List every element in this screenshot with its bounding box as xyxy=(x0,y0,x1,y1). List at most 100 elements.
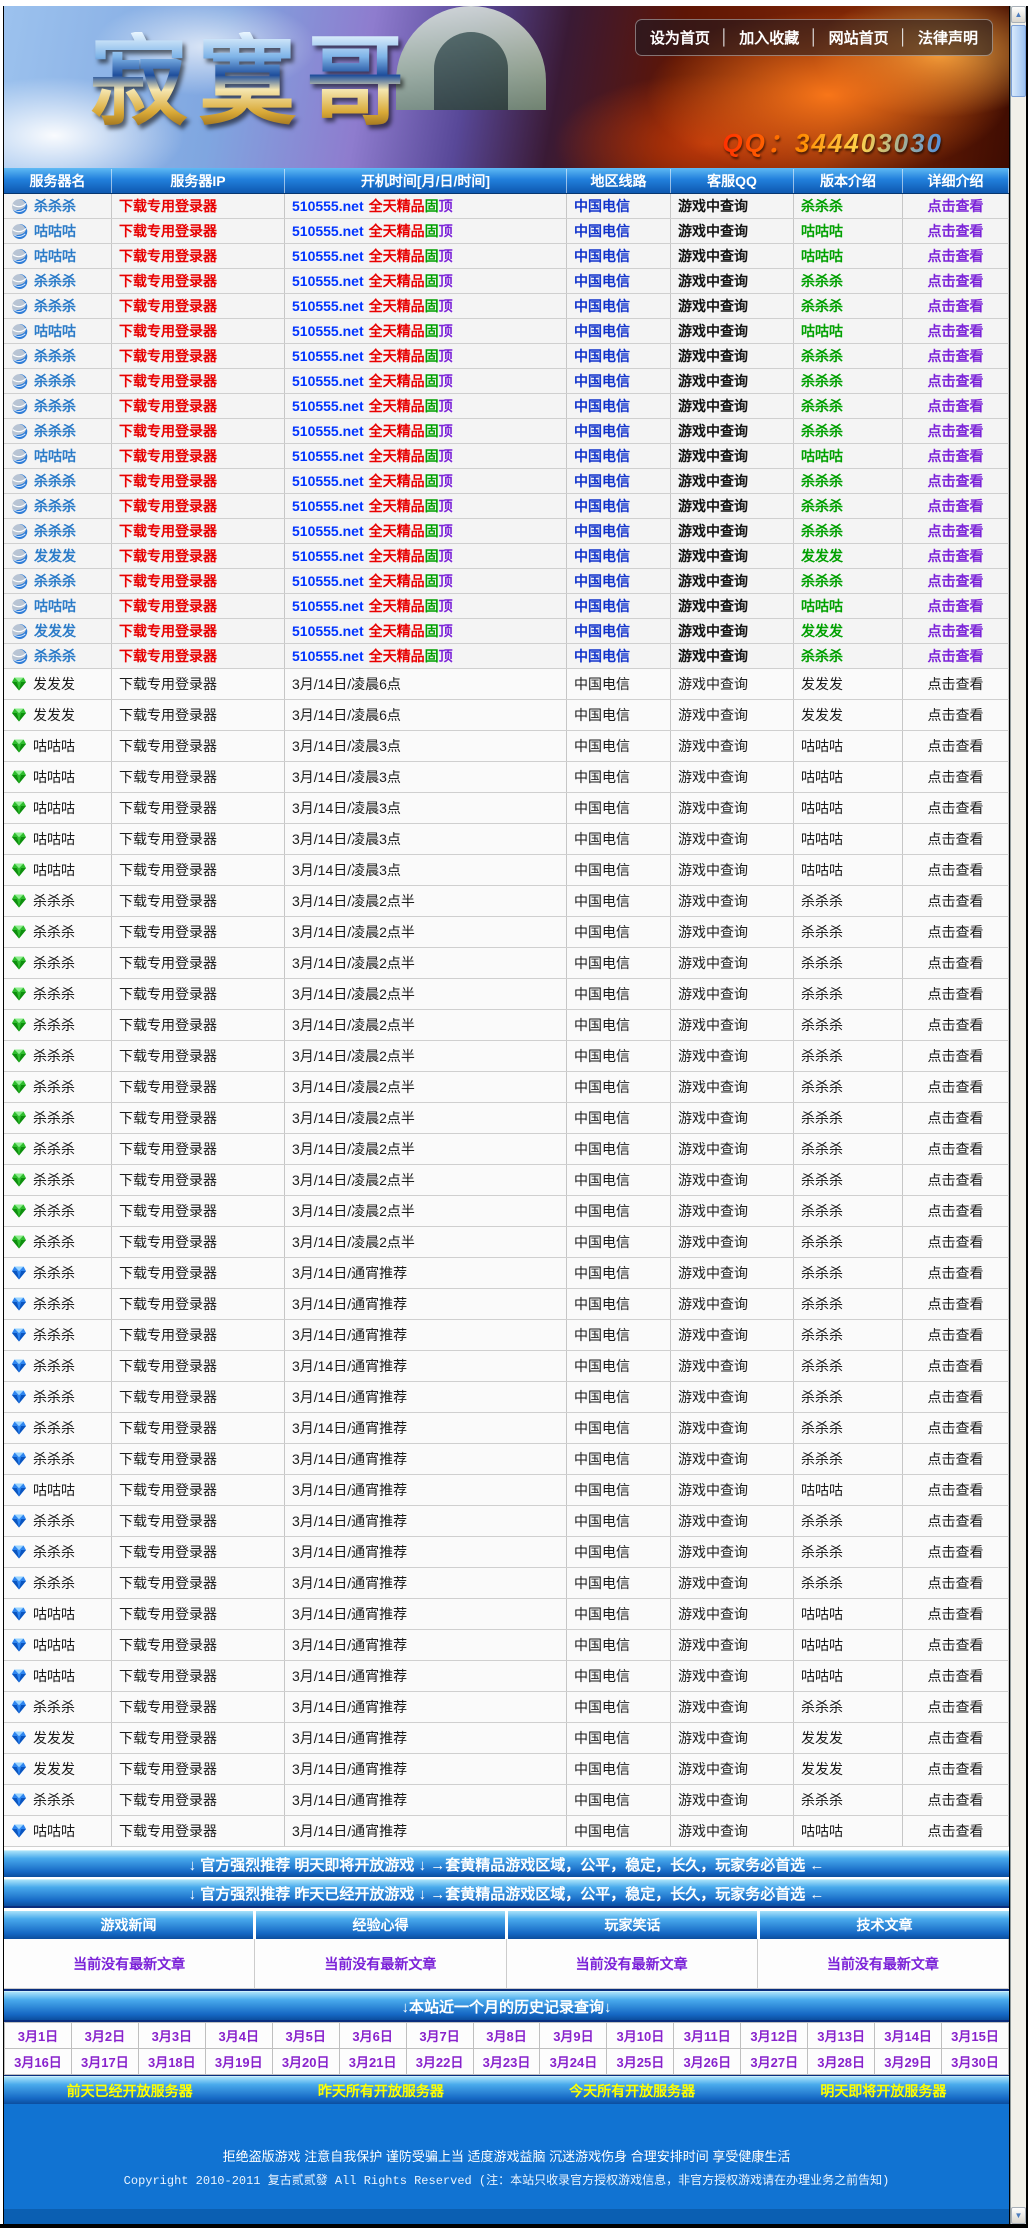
server-name-link[interactable]: 杀杀杀 xyxy=(34,271,76,291)
server-name-link[interactable]: 杀杀杀 xyxy=(33,891,75,911)
server-name-link[interactable]: 发发发 xyxy=(34,621,76,641)
history-date-link[interactable]: 3月8日 xyxy=(474,2023,540,2048)
server-name-link[interactable]: 咕咕咕 xyxy=(33,1604,75,1624)
detail-link[interactable]: 点击查看 xyxy=(928,984,984,1004)
history-date-link[interactable]: 3月29日 xyxy=(875,2049,941,2074)
detail-link[interactable]: 点击查看 xyxy=(928,246,984,266)
detail-link[interactable]: 点击查看 xyxy=(928,1325,984,1345)
server-name-link[interactable]: 杀杀杀 xyxy=(33,1573,75,1593)
download-client-link[interactable]: 下载专用登录器 xyxy=(119,446,217,466)
server-name-link[interactable]: 杀杀杀 xyxy=(33,1294,75,1314)
detail-link[interactable]: 点击查看 xyxy=(928,1139,984,1159)
server-name-link[interactable]: 咕咕咕 xyxy=(33,1480,75,1500)
history-date-link[interactable]: 3月5日 xyxy=(273,2023,339,2048)
detail-link[interactable]: 点击查看 xyxy=(928,736,984,756)
server-name-link[interactable]: 咕咕咕 xyxy=(33,736,75,756)
open-time-link[interactable]: 510555.net全天精品固顶 xyxy=(292,446,453,466)
download-client-link[interactable]: 下载专用登录器 xyxy=(119,1480,217,1500)
server-name-link[interactable]: 杀杀杀 xyxy=(33,1108,75,1128)
download-client-link[interactable]: 下载专用登录器 xyxy=(119,221,217,241)
history-date-link[interactable]: 3月19日 xyxy=(206,2049,272,2074)
download-client-link[interactable]: 下载专用登录器 xyxy=(119,1418,217,1438)
open-time-link[interactable]: 510555.net全天精品固顶 xyxy=(292,596,453,616)
history-date-link[interactable]: 3月4日 xyxy=(206,2023,272,2048)
open-time-link[interactable]: 510555.net全天精品固顶 xyxy=(292,221,453,241)
history-date-link[interactable]: 3月12日 xyxy=(741,2023,807,2048)
detail-link[interactable]: 点击查看 xyxy=(928,891,984,911)
server-name-link[interactable]: 咕咕咕 xyxy=(33,1666,75,1686)
server-name-link[interactable]: 杀杀杀 xyxy=(34,396,76,416)
download-client-link[interactable]: 下载专用登录器 xyxy=(119,860,217,880)
server-name-link[interactable]: 咕咕咕 xyxy=(33,860,75,880)
download-client-link[interactable]: 下载专用登录器 xyxy=(119,1697,217,1717)
history-date-link[interactable]: 3月7日 xyxy=(407,2023,473,2048)
detail-link[interactable]: 点击查看 xyxy=(928,546,984,566)
server-name-link[interactable]: 杀杀杀 xyxy=(33,1077,75,1097)
detail-link[interactable]: 点击查看 xyxy=(928,1108,984,1128)
scroll-down-icon[interactable]: ▼ xyxy=(1011,2207,1026,2224)
open-time-link[interactable]: 510555.net全天精品固顶 xyxy=(292,621,453,641)
detail-link[interactable]: 点击查看 xyxy=(928,396,984,416)
detail-link[interactable]: 点击查看 xyxy=(928,829,984,849)
download-client-link[interactable]: 下载专用登录器 xyxy=(119,1542,217,1562)
detail-link[interactable]: 点击查看 xyxy=(928,496,984,516)
server-name-link[interactable]: 杀杀杀 xyxy=(34,496,76,516)
detail-link[interactable]: 点击查看 xyxy=(928,1635,984,1655)
download-client-link[interactable]: 下载专用登录器 xyxy=(119,1604,217,1624)
server-name-link[interactable]: 杀杀杀 xyxy=(33,1542,75,1562)
download-client-link[interactable]: 下载专用登录器 xyxy=(119,1232,217,1252)
detail-link[interactable]: 点击查看 xyxy=(928,1573,984,1593)
detail-link[interactable]: 点击查看 xyxy=(928,1201,984,1221)
detail-link[interactable]: 点击查看 xyxy=(928,1480,984,1500)
download-client-link[interactable]: 下载专用登录器 xyxy=(119,321,217,341)
server-name-link[interactable]: 咕咕咕 xyxy=(34,446,76,466)
day-servers-link[interactable]: 前天已经开放服务器 xyxy=(67,2081,193,2101)
nav-link[interactable]: 法律声明 xyxy=(918,27,978,48)
server-name-link[interactable]: 杀杀杀 xyxy=(33,984,75,1004)
notice-bar-yesterday[interactable]: ↓ 官方强烈推荐 昨天已经开放游戏 ↓ →套黄精品游戏区域，公平，稳定，长久，玩… xyxy=(4,1879,1009,1906)
server-name-link[interactable]: 杀杀杀 xyxy=(34,646,76,666)
download-client-link[interactable]: 下载专用登录器 xyxy=(119,1294,217,1314)
detail-link[interactable]: 点击查看 xyxy=(928,471,984,491)
download-client-link[interactable]: 下载专用登录器 xyxy=(119,296,217,316)
server-name-link[interactable]: 杀杀杀 xyxy=(33,1449,75,1469)
history-date-link[interactable]: 3月9日 xyxy=(540,2023,606,2048)
detail-link[interactable]: 点击查看 xyxy=(928,1759,984,1779)
server-name-link[interactable]: 杀杀杀 xyxy=(33,1201,75,1221)
history-date-link[interactable]: 3月14日 xyxy=(875,2023,941,2048)
open-time-link[interactable]: 510555.net全天精品固顶 xyxy=(292,321,453,341)
detail-link[interactable]: 点击查看 xyxy=(928,371,984,391)
download-client-link[interactable]: 下载专用登录器 xyxy=(119,736,217,756)
server-name-link[interactable]: 杀杀杀 xyxy=(34,571,76,591)
detail-link[interactable]: 点击查看 xyxy=(928,1077,984,1097)
download-client-link[interactable]: 下载专用登录器 xyxy=(119,1759,217,1779)
download-client-link[interactable]: 下载专用登录器 xyxy=(119,1728,217,1748)
detail-link[interactable]: 点击查看 xyxy=(928,705,984,725)
download-client-link[interactable]: 下载专用登录器 xyxy=(119,371,217,391)
download-client-link[interactable]: 下载专用登录器 xyxy=(119,1201,217,1221)
notice-bar-tomorrow[interactable]: ↓ 官方强烈推荐 明天即将开放游戏 ↓ →套黄精品游戏区域，公平，稳定，长久，玩… xyxy=(4,1850,1009,1877)
history-date-link[interactable]: 3月6日 xyxy=(340,2023,406,2048)
history-date-link[interactable]: 3月30日 xyxy=(942,2049,1008,2074)
detail-link[interactable]: 点击查看 xyxy=(928,1356,984,1376)
detail-link[interactable]: 点击查看 xyxy=(928,1387,984,1407)
download-client-link[interactable]: 下载专用登录器 xyxy=(119,1015,217,1035)
open-time-link[interactable]: 510555.net全天精品固顶 xyxy=(292,571,453,591)
server-name-link[interactable]: 杀杀杀 xyxy=(33,1356,75,1376)
download-client-link[interactable]: 下载专用登录器 xyxy=(119,829,217,849)
server-name-link[interactable]: 杀杀杀 xyxy=(34,346,76,366)
detail-link[interactable]: 点击查看 xyxy=(928,860,984,880)
history-date-link[interactable]: 3月2日 xyxy=(72,2023,138,2048)
server-name-link[interactable]: 杀杀杀 xyxy=(33,1325,75,1345)
download-client-link[interactable]: 下载专用登录器 xyxy=(119,1790,217,1810)
detail-link[interactable]: 点击查看 xyxy=(928,571,984,591)
open-time-link[interactable]: 510555.net全天精品固顶 xyxy=(292,346,453,366)
download-client-link[interactable]: 下载专用登录器 xyxy=(119,767,217,787)
download-client-link[interactable]: 下载专用登录器 xyxy=(119,1077,217,1097)
history-date-link[interactable]: 3月24日 xyxy=(540,2049,606,2074)
detail-link[interactable]: 点击查看 xyxy=(928,1232,984,1252)
download-client-link[interactable]: 下载专用登录器 xyxy=(119,346,217,366)
download-client-link[interactable]: 下载专用登录器 xyxy=(119,984,217,1004)
download-client-link[interactable]: 下载专用登录器 xyxy=(119,1108,217,1128)
download-client-link[interactable]: 下载专用登录器 xyxy=(119,705,217,725)
